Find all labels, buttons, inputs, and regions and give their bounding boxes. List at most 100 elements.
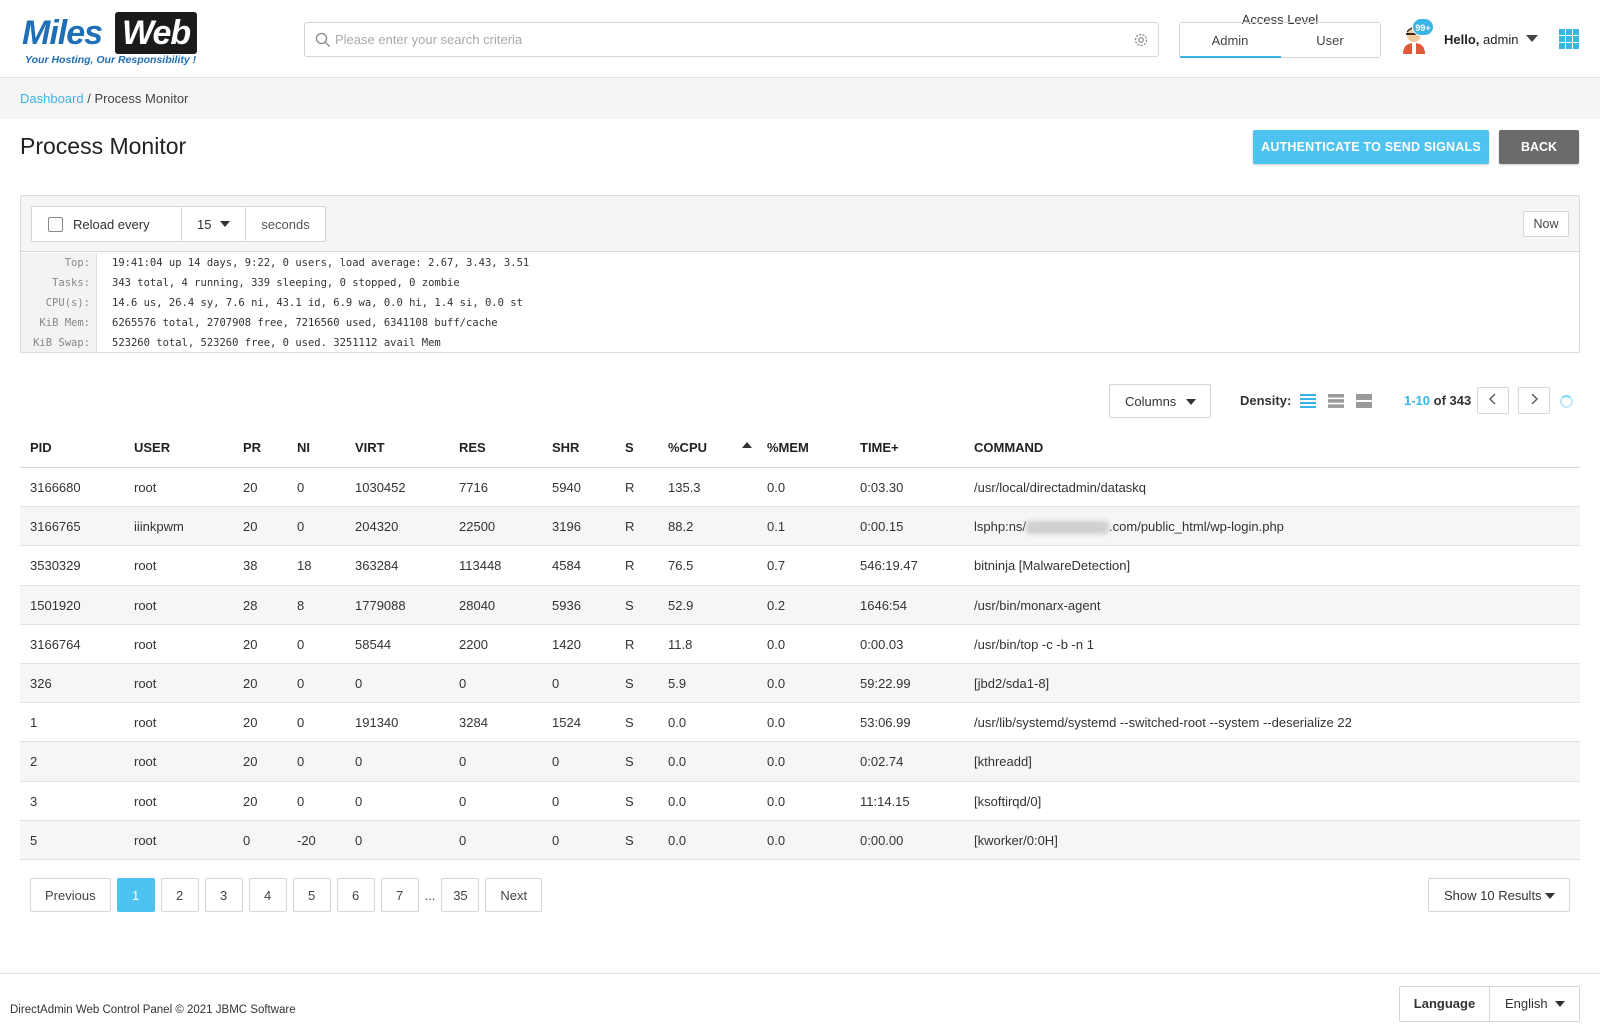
col-header-ni[interactable]: NI bbox=[297, 440, 310, 455]
user-menu-caret-icon[interactable] bbox=[1526, 35, 1538, 42]
loading-spinner-icon bbox=[1560, 395, 1573, 408]
notification-badge[interactable]: 99+ bbox=[1412, 18, 1434, 36]
table-row[interactable]: 3166765 iiinkpwm 20 0 204320 22500 3196 R 88.2 0.… bbox=[20, 507, 1580, 547]
language-select[interactable]: English bbox=[1490, 987, 1579, 1021]
cell-state: S bbox=[625, 715, 634, 731]
reload-checkbox-cell[interactable]: Reload every bbox=[32, 207, 182, 241]
cell-state: S bbox=[625, 754, 634, 770]
breadcrumb-bar: Dashboard / Process Monitor bbox=[0, 78, 1600, 119]
density-comfortable-icon[interactable] bbox=[1356, 393, 1372, 409]
table-row[interactable]: 3166680 root 20 0 1030452 7716 5940 R 135.3 0.0 0:… bbox=[20, 468, 1580, 508]
cell-pid: 1501920 bbox=[30, 597, 81, 613]
cell-res: 0 bbox=[459, 676, 467, 691]
columns-button[interactable]: Columns bbox=[1109, 384, 1211, 418]
mileswebs-logo[interactable]: Miles Web Your Hosting, Our Responsibili… bbox=[22, 12, 202, 68]
logo-web-text: Web bbox=[115, 12, 198, 54]
next-page-button[interactable]: Next bbox=[485, 878, 543, 912]
page-button-3[interactable]: 3 bbox=[204, 878, 243, 912]
prev-page-arrow[interactable] bbox=[1477, 387, 1509, 414]
next-page-arrow[interactable] bbox=[1518, 387, 1550, 414]
cell-time: 53:06.99 bbox=[860, 715, 911, 731]
cell-virt: 204320 bbox=[355, 519, 399, 535]
cell-command: /usr/local/directadmin/dataskq bbox=[974, 480, 1146, 495]
reload-checkbox[interactable] bbox=[48, 216, 63, 232]
pagination-ellipsis: ... bbox=[424, 887, 436, 903]
col-header-user[interactable]: USER bbox=[134, 440, 170, 455]
user-greeting[interactable]: Hello, admin bbox=[1444, 32, 1518, 47]
previous-page-button[interactable]: Previous bbox=[30, 878, 111, 912]
gear-icon[interactable] bbox=[1133, 32, 1149, 48]
sort-ascending-icon[interactable] bbox=[742, 442, 752, 448]
cell-mem: 0.0 bbox=[767, 480, 786, 495]
col-header-cpu[interactable]: %CPU bbox=[668, 440, 707, 455]
col-header-res[interactable]: RES bbox=[459, 440, 486, 455]
page-button-1[interactable]: 1 bbox=[116, 878, 155, 912]
stat-key: KiB Mem: bbox=[21, 313, 97, 333]
chevron-down-icon bbox=[1186, 399, 1196, 405]
breadcrumb-dashboard-link[interactable]: Dashboard bbox=[20, 91, 84, 106]
access-user-option[interactable]: User bbox=[1280, 33, 1380, 48]
page-button-last[interactable]: 35 bbox=[441, 878, 480, 912]
reload-interval-select[interactable]: 15 bbox=[182, 207, 246, 241]
pagination: Previous 1 2 3 4 5 6 7 ... 35 Next bbox=[30, 878, 548, 912]
page-button-5[interactable]: 5 bbox=[292, 878, 331, 912]
page-button-7[interactable]: 7 bbox=[380, 878, 419, 912]
cell-user: root bbox=[134, 754, 157, 770]
page-button-6[interactable]: 6 bbox=[336, 878, 375, 912]
columns-label: Columns bbox=[1125, 393, 1177, 409]
table-header-row: PID USER PR NI VIRT RES SHR S %CPU %MEM … bbox=[20, 428, 1580, 468]
density-normal-icon[interactable] bbox=[1328, 393, 1344, 409]
redacted-domain bbox=[1026, 521, 1110, 535]
cell-mem: 0.7 bbox=[767, 558, 786, 574]
cell-cpu: 5.9 bbox=[668, 676, 687, 691]
cell-pr: 20 bbox=[243, 676, 258, 691]
table-row[interactable]: 2 root 20 0 0 0 0 S 0.0 0.0 0:02.74 [kthreadd] bbox=[20, 742, 1580, 782]
col-header-shr[interactable]: SHR bbox=[552, 440, 579, 455]
cell-ni: 18 bbox=[297, 558, 312, 574]
col-header-pid[interactable]: PID bbox=[30, 440, 52, 455]
cell-pid: 3166765 bbox=[30, 519, 81, 535]
table-row[interactable]: 3530329 root 38 18 363284 113448 4584 R 76.5 0.7 5… bbox=[20, 546, 1580, 586]
cell-command: /usr/bin/monarx-agent bbox=[974, 597, 1101, 613]
cell-time: 0:00.15 bbox=[860, 519, 904, 535]
page-button-2[interactable]: 2 bbox=[160, 878, 199, 912]
table-row[interactable]: 326 root 20 0 0 0 0 S 5.9 0.0 59:22.99 [jbd2/sda1-8… bbox=[20, 664, 1580, 704]
back-button[interactable]: BACK bbox=[1499, 130, 1579, 164]
table-row[interactable]: 3 root 20 0 0 0 0 S 0.0 0.0 11:14.15 [ksoftirqd/0] bbox=[20, 782, 1580, 821]
page-button-4[interactable]: 4 bbox=[248, 878, 287, 912]
col-header-virt[interactable]: VIRT bbox=[355, 440, 385, 455]
apps-grid-icon[interactable] bbox=[1559, 29, 1579, 49]
authenticate-button[interactable]: AUTHENTICATE TO SEND SIGNALS bbox=[1253, 130, 1489, 164]
cell-state: S bbox=[625, 597, 634, 613]
results-range-current: 1-10 bbox=[1404, 393, 1431, 408]
now-button[interactable]: Now bbox=[1523, 211, 1569, 237]
col-header-mem[interactable]: %MEM bbox=[767, 440, 809, 455]
cell-user: root bbox=[134, 558, 157, 574]
table-row[interactable]: 5 root 0 -20 0 0 0 S 0.0 0.0 0:00.00 [kworker/0:0H] bbox=[20, 820, 1580, 860]
col-header-pr[interactable]: PR bbox=[243, 440, 261, 455]
cell-res: 0 bbox=[459, 793, 467, 809]
cell-time: 11:14.15 bbox=[860, 793, 910, 809]
table-row[interactable]: 3166764 root 20 0 58544 2200 1420 R 11.8 0.0 0:00.… bbox=[20, 625, 1580, 664]
search-input[interactable] bbox=[335, 24, 1115, 55]
cell-mem: 0.0 bbox=[767, 676, 786, 691]
cell-virt: 363284 bbox=[355, 558, 399, 574]
table-row[interactable]: 1 root 20 0 191340 3284 1524 S 0.0 0.0 53:06.99/us… bbox=[20, 703, 1580, 743]
col-header-time[interactable]: TIME+ bbox=[860, 440, 899, 455]
cell-user: root bbox=[134, 715, 157, 731]
col-header-command[interactable]: COMMAND bbox=[974, 440, 1043, 455]
page-title: Process Monitor bbox=[20, 133, 187, 159]
cell-state: R bbox=[625, 519, 635, 535]
cell-state: R bbox=[625, 480, 635, 495]
density-compact-icon[interactable] bbox=[1300, 393, 1316, 409]
access-admin-option[interactable]: Admin bbox=[1180, 33, 1280, 48]
cell-pid: 5 bbox=[30, 832, 38, 848]
stat-value: 6265576 total, 2707908 free, 7216560 use… bbox=[112, 317, 498, 329]
stat-key: CPU(s): bbox=[21, 293, 97, 313]
cell-res: 2200 bbox=[459, 636, 488, 652]
cell-virt: 0 bbox=[355, 832, 363, 848]
table-row[interactable]: 1501920 root 28 8 1779088 28040 5936 S 52.9 0.2 16… bbox=[20, 585, 1580, 625]
cell-virt: 58544 bbox=[355, 636, 392, 652]
col-header-state[interactable]: S bbox=[625, 440, 634, 455]
results-per-page-select[interactable]: Show 10 Results bbox=[1428, 878, 1570, 912]
